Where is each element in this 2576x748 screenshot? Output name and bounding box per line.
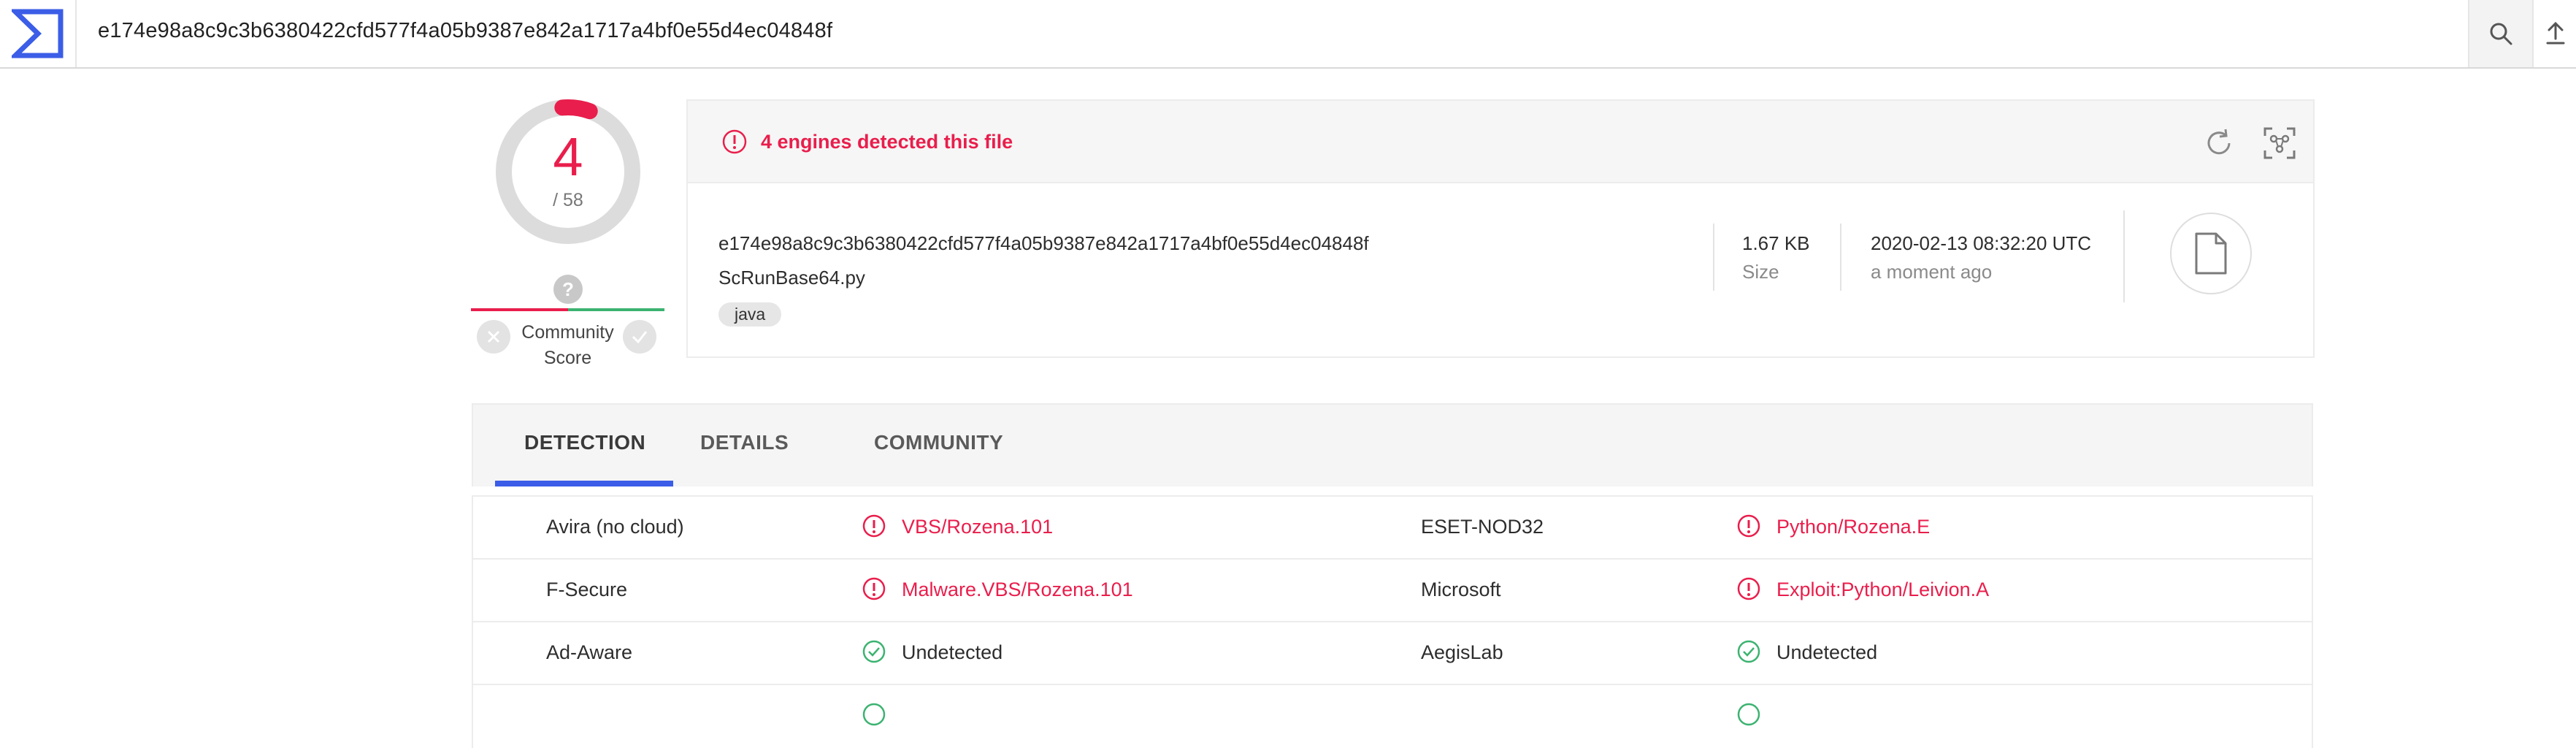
engine-name: Avira (no cloud) xyxy=(546,516,684,538)
file-icon xyxy=(2195,232,2227,275)
detection-alert-text: 4 engines detected this file xyxy=(761,130,1013,153)
table-row: Avira (no cloud) VBS/Rozena.101 ESET-NOD… xyxy=(473,497,2312,560)
tab-details[interactable]: DETAILS xyxy=(700,431,789,454)
detection-result[interactable]: Malware.VBS/Rozena.101 xyxy=(902,579,1133,601)
top-bar: e174e98a8c9c3b6380422cfd577f4a05b9387e84… xyxy=(0,0,2576,69)
search-icon xyxy=(2490,23,2512,45)
table-row: Ad-Aware Undetected AegisLab Undetected xyxy=(473,622,2312,685)
virustotal-logo-icon[interactable] xyxy=(0,0,77,67)
detection-alert: 4 engines detected this file xyxy=(721,129,1013,155)
detection-result: Undetected xyxy=(902,641,1003,663)
check-circle-icon xyxy=(1737,640,1760,663)
engine-name: Microsoft xyxy=(1421,579,1501,600)
vote-malicious-button[interactable] xyxy=(477,320,510,354)
community-bar-malicious xyxy=(471,308,568,311)
engine-name: Ad-Aware xyxy=(546,641,633,663)
divider xyxy=(1840,224,1841,291)
divider xyxy=(2123,210,2125,302)
tab-detection[interactable]: DETECTION xyxy=(524,431,645,454)
file-name: ScRunBase64.py xyxy=(718,267,865,289)
file-size-value: 1.67 KB xyxy=(1742,232,1810,254)
detection-result[interactable]: Python/Rozena.E xyxy=(1776,516,1930,538)
check-circle-icon xyxy=(1737,703,1760,726)
detection-count: 4 xyxy=(553,126,583,187)
similar-files-icon[interactable] xyxy=(2262,126,2297,161)
search-button[interactable] xyxy=(2468,0,2534,67)
engine-name: ESET-NOD32 xyxy=(1421,516,1544,538)
community-score-label: Community Score xyxy=(521,322,614,368)
file-tag[interactable]: java xyxy=(718,302,782,327)
scan-date-relative: a moment ago xyxy=(1871,261,1993,283)
search-input[interactable]: e174e98a8c9c3b6380422cfd577f4a05b9387e84… xyxy=(98,19,832,43)
report-tabs: DETECTION DETAILS COMMUNITY xyxy=(472,403,2313,486)
engine-name: F-Secure xyxy=(546,579,628,600)
active-tab-indicator xyxy=(495,481,673,486)
table-row: F-Secure Malware.VBS/Rozena.101 Microsof… xyxy=(473,560,2312,622)
detection-result: Undetected xyxy=(1776,641,1878,663)
file-size-label: Size xyxy=(1742,261,1779,283)
summary-header: 4 engines detected this file xyxy=(688,101,2313,183)
file-summary-card: 4 engines detected this file e174e98a8c9… xyxy=(686,99,2315,358)
alert-circle-icon xyxy=(862,577,886,600)
divider xyxy=(1713,224,1714,291)
check-icon xyxy=(632,331,648,344)
alert-circle-icon xyxy=(1737,577,1760,600)
close-icon xyxy=(487,330,500,343)
detection-result[interactable]: Exploit:Python/Leivion.A xyxy=(1776,579,1989,601)
engines-total: / 58 xyxy=(553,190,583,210)
detection-result[interactable]: VBS/Rozena.101 xyxy=(902,516,1053,538)
file-hash[interactable]: e174e98a8c9c3b6380422cfd577f4a05b9387e84… xyxy=(718,232,1369,255)
upload-icon xyxy=(2546,21,2565,45)
vote-harmless-button[interactable] xyxy=(623,320,656,354)
check-circle-icon xyxy=(862,640,886,663)
table-row xyxy=(473,685,2312,748)
community-score: ? Community Score xyxy=(471,272,664,374)
community-bar-harmless xyxy=(568,308,664,311)
community-unknown-icon: ? xyxy=(553,275,583,304)
file-type-badge xyxy=(2170,213,2252,294)
refresh-icon[interactable] xyxy=(2203,127,2235,159)
scan-date-value: 2020-02-13 08:32:20 UTC xyxy=(1871,232,2092,254)
check-circle-icon xyxy=(862,703,886,726)
alert-circle-icon xyxy=(722,129,747,154)
detection-table: Avira (no cloud) VBS/Rozena.101 ESET-NOD… xyxy=(472,495,2313,748)
tab-community[interactable]: COMMUNITY xyxy=(874,431,1003,454)
upload-button[interactable] xyxy=(2535,0,2576,67)
alert-circle-icon xyxy=(1737,514,1760,538)
engine-name: AegisLab xyxy=(1421,641,1503,663)
alert-circle-icon xyxy=(862,514,886,538)
